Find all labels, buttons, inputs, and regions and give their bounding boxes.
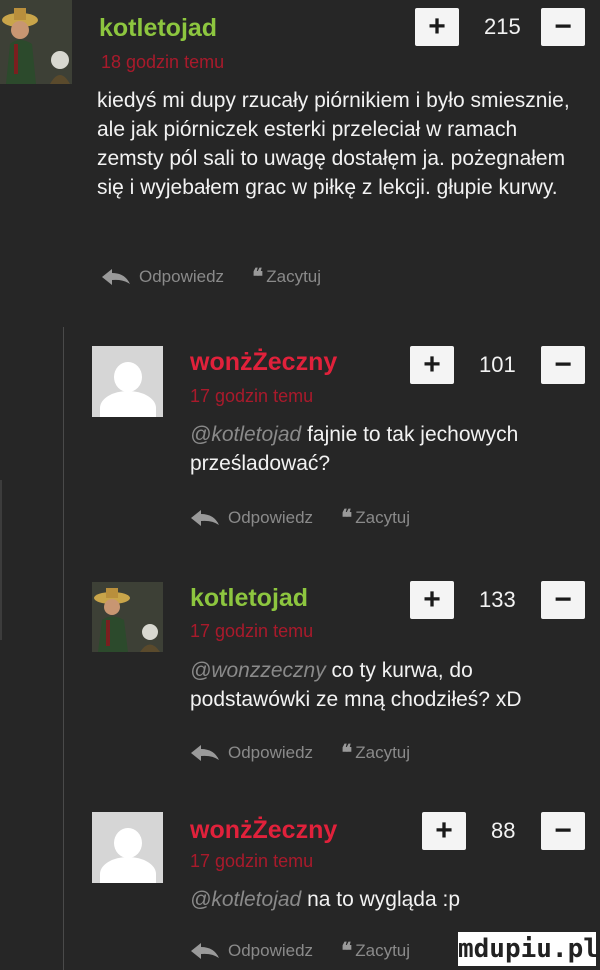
comment-body: na to wygląda :p <box>307 888 460 911</box>
comment-username[interactable]: kotletojad <box>190 584 308 612</box>
comment-timestamp: 17 godzin temu <box>190 851 314 871</box>
downvote-button[interactable]: − <box>541 8 585 46</box>
reply-arrow-icon <box>102 269 130 285</box>
downvote-button[interactable]: − <box>541 812 585 850</box>
avatar-head-shape <box>113 362 142 392</box>
reply-label: Odpowiedz <box>139 267 225 286</box>
avatar-head-shape <box>113 828 142 858</box>
quote-label: Zacytuj <box>355 508 411 527</box>
quote-icon: ❛❛ <box>252 264 263 289</box>
default-user-avatar[interactable] <box>92 812 163 883</box>
reply-link[interactable]: Odpowiedz <box>190 508 313 528</box>
quote-label: Zacytuj <box>355 743 411 762</box>
quote-link[interactable]: ❛❛ Zacytuj <box>341 938 410 964</box>
knight-avatar[interactable] <box>92 582 163 652</box>
reply-label: Odpowiedz <box>228 508 314 527</box>
upvote-button[interactable]: + <box>410 346 454 384</box>
comment-timestamp: 18 godzin temu <box>101 52 225 72</box>
reply-label: Odpowiedz <box>228 941 314 960</box>
user-mention[interactable]: @wonzzeczny <box>190 659 326 682</box>
avatar-body-shape <box>99 391 156 417</box>
vote-count: 88 <box>491 818 516 843</box>
comment-actions: Odpowiedz ❛❛ Zacytuj <box>101 264 321 290</box>
quote-icon: ❛❛ <box>341 740 352 765</box>
quote-link[interactable]: ❛❛ Zacytuj <box>341 740 410 766</box>
quote-link[interactable]: ❛❛ Zacytuj <box>341 505 410 531</box>
comment-timestamp: 17 godzin temu <box>190 621 314 641</box>
quote-label: Zacytuj <box>266 267 322 286</box>
downvote-button[interactable]: − <box>541 581 585 619</box>
quote-icon: ❛❛ <box>341 938 352 963</box>
comment-username[interactable]: wonżŻeczny <box>190 816 337 844</box>
reply-link[interactable]: Odpowiedz <box>101 267 224 287</box>
upvote-button[interactable]: + <box>415 8 459 46</box>
reply-link[interactable]: Odpowiedz <box>190 941 313 961</box>
comment-actions: Odpowiedz ❛❛ Zacytuj <box>190 740 410 766</box>
comment-text: @kotletojad fajnie to tak jechowych prze… <box>190 420 590 478</box>
reply-label: Odpowiedz <box>228 743 314 762</box>
vote-count: 101 <box>479 352 516 377</box>
comment-username[interactable]: wonżŻeczny <box>190 348 337 376</box>
comment-text: kiedyś mi dupy rzucały piórnikiem i było… <box>97 89 570 199</box>
reply-link[interactable]: Odpowiedz <box>190 743 313 763</box>
comment-username[interactable]: kotletojad <box>99 14 217 42</box>
comment-actions: Odpowiedz ❛❛ Zacytuj <box>190 505 410 531</box>
downvote-button[interactable]: − <box>541 346 585 384</box>
vote-count: 133 <box>479 587 516 612</box>
left-edge-bar <box>0 480 2 640</box>
knight-avatar[interactable] <box>0 0 72 84</box>
reply-arrow-icon <box>191 510 219 526</box>
upvote-button[interactable]: + <box>422 812 466 850</box>
comment-text: @kotletojad na to wygląda :p <box>190 885 590 914</box>
comment-text: @wonzzeczny co ty kurwa, do podstawówki … <box>190 656 590 714</box>
reply-arrow-icon <box>191 745 219 761</box>
comment-actions: Odpowiedz ❛❛ Zacytuj <box>190 938 410 964</box>
default-user-avatar[interactable] <box>92 346 163 417</box>
avatar-body-shape <box>99 857 156 883</box>
quote-link[interactable]: ❛❛ Zacytuj <box>252 264 321 290</box>
thread-indent-line <box>63 327 64 970</box>
user-mention[interactable]: @kotletojad <box>190 888 301 911</box>
quote-icon: ❛❛ <box>341 505 352 530</box>
quote-label: Zacytuj <box>355 941 411 960</box>
reply-arrow-icon <box>191 943 219 959</box>
site-watermark: mdupiu.pl <box>458 932 599 966</box>
user-mention[interactable]: @kotletojad <box>190 423 301 446</box>
upvote-button[interactable]: + <box>410 581 454 619</box>
vote-count: 215 <box>484 14 521 39</box>
comment-timestamp: 17 godzin temu <box>190 386 314 406</box>
